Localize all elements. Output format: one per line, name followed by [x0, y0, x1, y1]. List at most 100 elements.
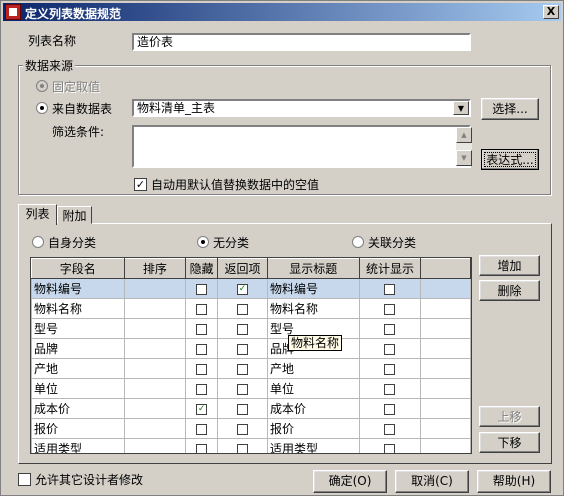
filter-scrollbar[interactable]: ▲ ▼ [456, 127, 472, 166]
column-header-hidden[interactable]: 隐藏 [185, 258, 219, 279]
cell-return-checkbox[interactable] [237, 383, 249, 395]
cell-hidden[interactable] [185, 358, 219, 379]
cell-field[interactable]: 适用类型 [31, 438, 125, 453]
cell-field[interactable]: 报价 [31, 418, 125, 439]
cell-return[interactable] [217, 358, 268, 379]
close-button[interactable]: X [543, 5, 559, 19]
fixed-value-radio[interactable] [36, 80, 48, 92]
cell-return[interactable] [217, 378, 268, 399]
move-down-button[interactable]: 下移 [479, 432, 540, 453]
auto-default-checkbox[interactable]: ✓ [134, 178, 147, 191]
cell-stat-checkbox[interactable] [384, 363, 396, 375]
cell-stat[interactable] [358, 438, 422, 453]
add-button[interactable]: 增加 [479, 255, 540, 276]
cell-hidden-checkbox[interactable] [196, 343, 208, 355]
table-row[interactable]: 报价 报价 [31, 418, 471, 439]
related-classify-radio[interactable] [352, 236, 364, 248]
cell-return[interactable] [217, 298, 268, 319]
cell-return[interactable] [217, 438, 268, 453]
cell-stat-checkbox[interactable] [384, 283, 396, 295]
cell-hidden[interactable] [185, 338, 219, 359]
tab-list[interactable]: 列表 [18, 204, 57, 225]
cell-field[interactable]: 品牌 [31, 338, 125, 359]
field-grid[interactable]: 字段名 排序 隐藏 返回项 显示标题 统计显示 物料编号 ✓ 物料编号 物料名称 物料名… [30, 257, 472, 454]
cell-return-checkbox[interactable]: ✓ [237, 283, 249, 295]
cell-hidden[interactable] [185, 318, 219, 339]
cell-return[interactable] [217, 338, 268, 359]
expression-button[interactable]: 表达式... [481, 149, 539, 170]
table-row[interactable]: 品牌 品牌 [31, 338, 471, 359]
cell-hidden-checkbox[interactable] [196, 303, 208, 315]
allow-others-checkbox[interactable] [18, 473, 31, 486]
cell-sort[interactable] [123, 418, 187, 439]
cell-title[interactable]: 物料名称 [266, 298, 360, 319]
cell-return[interactable]: ✓ [217, 278, 268, 299]
cell-hidden-checkbox[interactable]: ✓ [196, 403, 208, 415]
cell-stat[interactable] [358, 298, 422, 319]
from-table-radio[interactable] [36, 102, 48, 114]
delete-button[interactable]: 删除 [479, 280, 540, 301]
cell-hidden[interactable]: ✓ [185, 398, 219, 419]
cell-hidden[interactable] [185, 378, 219, 399]
table-row[interactable]: 产地 产地 [31, 358, 471, 379]
cell-title[interactable]: 产地 [266, 358, 360, 379]
cell-stat[interactable] [358, 358, 422, 379]
cell-hidden-checkbox[interactable] [196, 283, 208, 295]
cell-return[interactable] [217, 318, 268, 339]
cell-hidden-checkbox[interactable] [196, 363, 208, 375]
filter-textarea[interactable] [132, 125, 471, 168]
cell-hidden[interactable] [185, 298, 219, 319]
cancel-button[interactable]: 取消(C) [395, 470, 469, 493]
table-row[interactable]: 适用类型 适用类型 [31, 438, 471, 453]
cell-stat-checkbox[interactable] [384, 403, 396, 415]
help-button[interactable]: 帮助(H) [477, 470, 551, 493]
cell-return-checkbox[interactable] [237, 423, 249, 435]
cell-sort[interactable] [123, 378, 187, 399]
cell-stat[interactable] [358, 278, 422, 299]
cell-stat[interactable] [358, 398, 422, 419]
cell-hidden[interactable] [185, 418, 219, 439]
cell-return-checkbox[interactable] [237, 343, 249, 355]
cell-field[interactable]: 产地 [31, 358, 125, 379]
cell-return-checkbox[interactable] [237, 363, 249, 375]
column-header-stat[interactable]: 统计显示 [358, 258, 422, 279]
cell-field[interactable]: 型号 [31, 318, 125, 339]
cell-hidden-checkbox[interactable] [196, 423, 208, 435]
cell-stat[interactable] [358, 338, 422, 359]
cell-return-checkbox[interactable] [237, 303, 249, 315]
no-classify-radio[interactable] [197, 236, 209, 248]
cell-return-checkbox[interactable] [237, 403, 249, 415]
cell-return[interactable] [217, 418, 268, 439]
cell-title[interactable]: 适用类型 [266, 438, 360, 453]
cell-return-checkbox[interactable] [237, 443, 249, 453]
cell-sort[interactable] [123, 278, 187, 299]
cell-field[interactable]: 物料名称 [31, 298, 125, 319]
cell-title[interactable]: 物料编号 [266, 278, 360, 299]
column-header-return[interactable]: 返回项 [217, 258, 268, 279]
cell-stat-checkbox[interactable] [384, 343, 396, 355]
cell-title[interactable]: 单位 [266, 378, 360, 399]
select-button[interactable]: 选择... [481, 98, 539, 120]
cell-title[interactable]: 报价 [266, 418, 360, 439]
cell-sort[interactable] [123, 438, 187, 453]
self-classify-radio[interactable] [32, 236, 44, 248]
cell-field[interactable]: 单位 [31, 378, 125, 399]
table-row[interactable]: 成本价 ✓ 成本价 [31, 398, 471, 419]
cell-stat-checkbox[interactable] [384, 383, 396, 395]
move-up-button[interactable]: 上移 [479, 406, 540, 427]
cell-sort[interactable] [123, 338, 187, 359]
scroll-up-icon[interactable]: ▲ [456, 127, 472, 143]
cell-hidden-checkbox[interactable] [196, 383, 208, 395]
cell-stat[interactable] [358, 378, 422, 399]
list-name-input[interactable]: 造价表 [132, 33, 471, 51]
cell-sort[interactable] [123, 298, 187, 319]
cell-title[interactable]: 成本价 [266, 398, 360, 419]
cell-stat-checkbox[interactable] [384, 323, 396, 335]
dropdown-arrow-icon[interactable]: ▼ [453, 101, 469, 115]
cell-hidden-checkbox[interactable] [196, 323, 208, 335]
cell-stat-checkbox[interactable] [384, 303, 396, 315]
table-row[interactable]: 单位 单位 [31, 378, 471, 399]
column-header-field[interactable]: 字段名 [31, 258, 125, 279]
column-header-sort[interactable]: 排序 [123, 258, 187, 279]
cell-stat-checkbox[interactable] [384, 423, 396, 435]
